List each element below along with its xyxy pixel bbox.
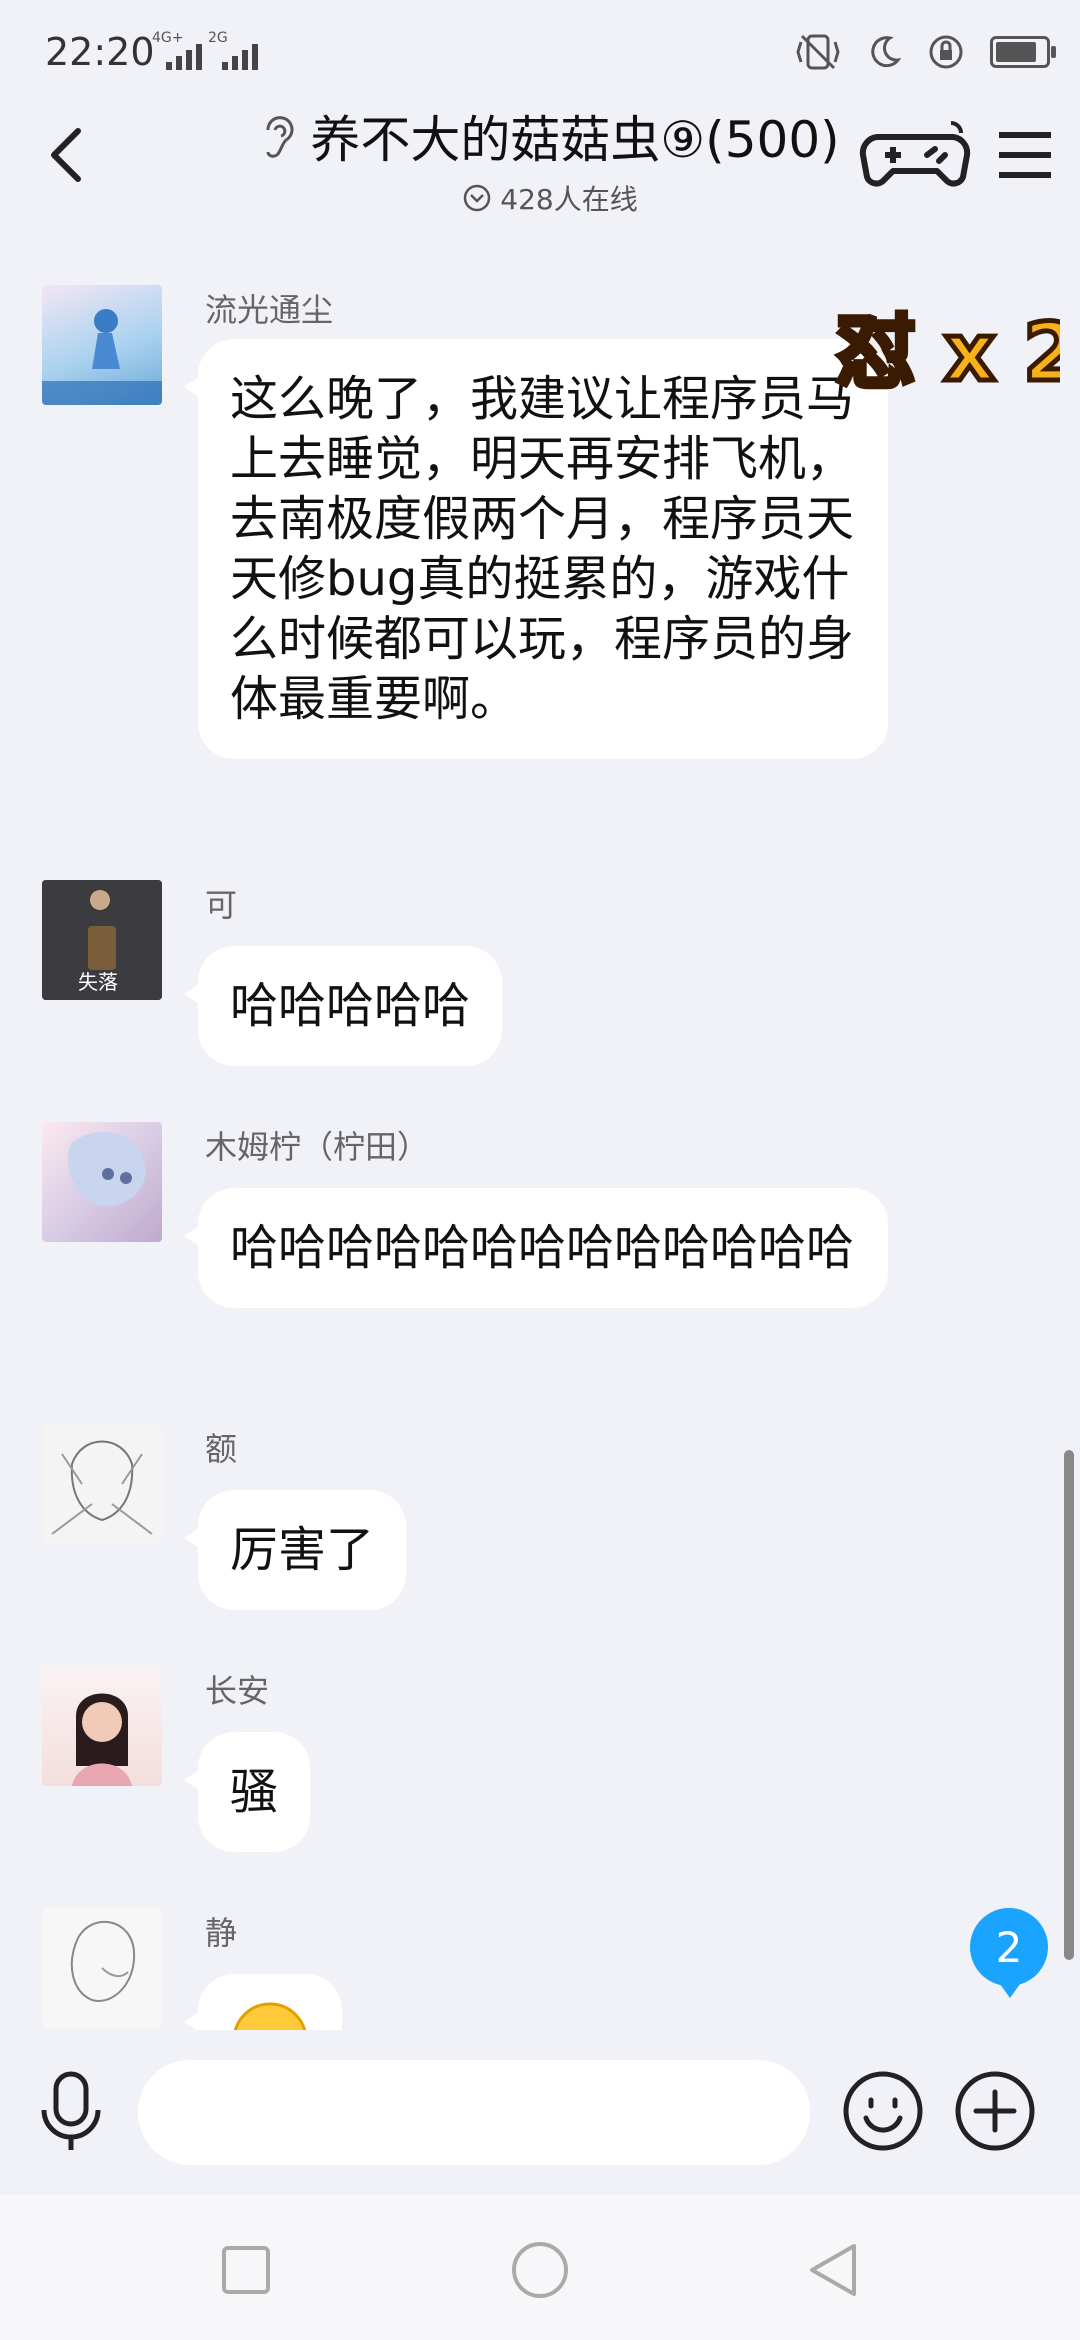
message-bubble[interactable]: 厉害了 [183,1490,407,1610]
message-bubble[interactable]: 骚 [183,1732,311,1852]
message-bubble[interactable]: 哈哈哈哈哈 [183,946,503,1066]
avatar-image [51,1440,153,1535]
moon-icon [871,36,902,68]
online-count: 428人在线 [500,183,638,216]
group-title: 养不大的菇菇虫⑨(500) [310,111,840,169]
unread-count-badge[interactable]: 2 [970,1908,1048,1998]
sender-name: 静 [205,1914,238,1952]
sender-name: 可 [205,886,238,924]
avatar-image [68,1132,146,1206]
status-icons [796,32,1056,72]
message-feed[interactable]: 流光通尘 这么晚了，我建议让程序员马上去睡觉，明天再安排飞机，去南极度假两个月，… [0,220,1080,2030]
emoji-icon[interactable] [842,2070,924,2152]
sender-name: 流光通尘 [205,291,334,329]
message-bubble[interactable]: 这么晚了，我建议让程序员马上去睡觉，明天再安排飞机，去南极度假两个月，程序员天天… [184,339,888,759]
avatar[interactable] [42,1424,162,1544]
chat-header: 养不大的菇菇虫⑨(500) 428人在线 [0,100,1080,220]
avatar[interactable]: 失落 [42,880,162,1000]
sender-name: 长安 [205,1672,270,1710]
rotation-lock-icon [929,35,963,69]
home-circle-icon[interactable] [510,2240,570,2300]
dui-x2-badge: 怼 x 2 [834,304,1061,401]
message-bubble[interactable] [184,1974,342,2030]
battery-icon [990,36,1056,68]
avatar[interactable] [42,285,162,405]
back-icon[interactable] [40,125,100,185]
avatar[interactable] [42,1908,162,2028]
status-bar: 22:20 4G+ 2G [0,0,1080,110]
sender-name: 木姆柠（柠田） [205,1128,430,1166]
avatar-image [42,309,162,405]
vibrate-icon [796,34,840,70]
system-navigation-bar [0,2195,1080,2340]
input-bar [0,2030,1080,2190]
message-bubble[interactable]: 哈哈哈哈哈哈哈哈哈哈哈哈哈 [184,1188,888,1308]
status-time: 22:20 [45,30,155,74]
avatar-image [72,1693,132,1786]
back-triangle-icon[interactable] [804,2240,864,2300]
message-input[interactable] [138,2060,810,2165]
chevron-down-circle-icon [464,184,491,212]
chat-title-area[interactable]: 养不大的菇菇虫⑨(500) 428人在线 [240,100,860,218]
avatar[interactable] [42,1666,162,1786]
emoji-sticker-icon [233,2002,307,2030]
sender-name: 额 [205,1430,238,1468]
recents-square-icon[interactable] [216,2240,276,2300]
avatar[interactable] [42,1122,162,1242]
avatar-image [70,1921,136,2002]
scrollbar[interactable] [1064,1450,1074,1960]
menu-icon[interactable] [995,125,1055,185]
dui-badge-text: 怼 x 2 [836,306,1060,399]
ear-icon [266,116,294,158]
avatar-caption: 失落 [78,970,118,994]
game-controller-icon[interactable] [855,115,975,195]
mic-icon[interactable] [38,2070,104,2152]
plus-icon[interactable] [954,2070,1036,2152]
